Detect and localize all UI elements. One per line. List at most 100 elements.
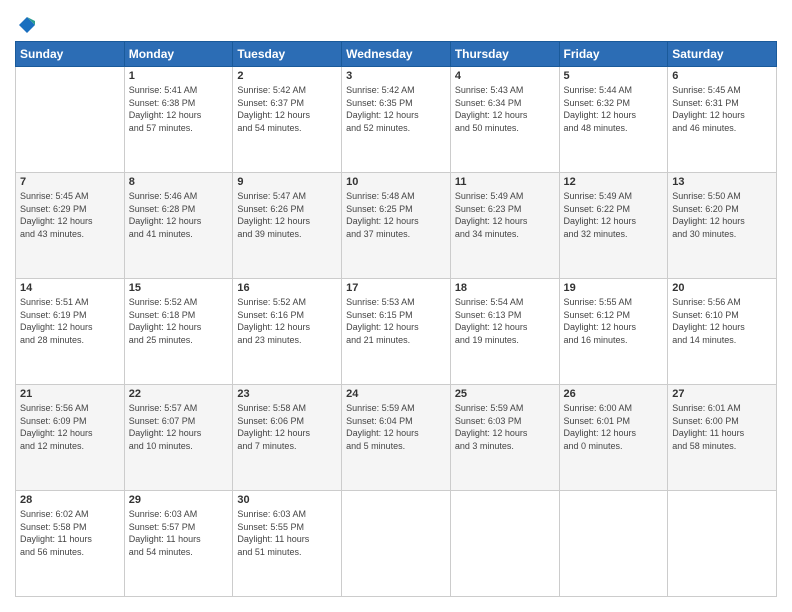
day-of-week-header: Monday bbox=[124, 42, 233, 67]
day-number: 22 bbox=[129, 388, 229, 400]
day-number: 20 bbox=[672, 282, 772, 294]
day-number: 12 bbox=[564, 176, 664, 188]
calendar-cell: 19 Sunrise: 5:55 AM Sunset: 6:12 PM Dayli… bbox=[559, 279, 668, 385]
day-info: Sunrise: 5:41 AM Sunset: 6:38 PM Dayligh… bbox=[129, 84, 229, 134]
day-number: 29 bbox=[129, 494, 229, 506]
day-info: Sunrise: 5:44 AM Sunset: 6:32 PM Dayligh… bbox=[564, 84, 664, 134]
day-number: 24 bbox=[346, 388, 446, 400]
day-number: 17 bbox=[346, 282, 446, 294]
day-info: Sunrise: 6:02 AM Sunset: 5:58 PM Dayligh… bbox=[20, 508, 120, 558]
calendar-cell bbox=[559, 491, 668, 597]
day-info: Sunrise: 5:53 AM Sunset: 6:15 PM Dayligh… bbox=[346, 296, 446, 346]
day-info: Sunrise: 5:59 AM Sunset: 6:04 PM Dayligh… bbox=[346, 402, 446, 452]
calendar-cell: 9 Sunrise: 5:47 AM Sunset: 6:26 PM Daylig… bbox=[233, 173, 342, 279]
day-of-week-header: Tuesday bbox=[233, 42, 342, 67]
day-number: 1 bbox=[129, 70, 229, 82]
day-info: Sunrise: 6:01 AM Sunset: 6:00 PM Dayligh… bbox=[672, 402, 772, 452]
day-number: 13 bbox=[672, 176, 772, 188]
day-info: Sunrise: 6:00 AM Sunset: 6:01 PM Dayligh… bbox=[564, 402, 664, 452]
calendar-cell: 29 Sunrise: 6:03 AM Sunset: 5:57 PM Dayli… bbox=[124, 491, 233, 597]
day-info: Sunrise: 5:58 AM Sunset: 6:06 PM Dayligh… bbox=[237, 402, 337, 452]
calendar-cell: 30 Sunrise: 6:03 AM Sunset: 5:55 PM Dayli… bbox=[233, 491, 342, 597]
calendar-cell: 7 Sunrise: 5:45 AM Sunset: 6:29 PM Daylig… bbox=[16, 173, 125, 279]
day-number: 14 bbox=[20, 282, 120, 294]
day-of-week-header: Thursday bbox=[450, 42, 559, 67]
day-number: 2 bbox=[237, 70, 337, 82]
day-info: Sunrise: 5:47 AM Sunset: 6:26 PM Dayligh… bbox=[237, 190, 337, 240]
day-info: Sunrise: 5:50 AM Sunset: 6:20 PM Dayligh… bbox=[672, 190, 772, 240]
calendar-cell bbox=[450, 491, 559, 597]
logo bbox=[15, 15, 37, 31]
day-number: 21 bbox=[20, 388, 120, 400]
calendar-cell: 27 Sunrise: 6:01 AM Sunset: 6:00 PM Dayli… bbox=[668, 385, 777, 491]
day-info: Sunrise: 5:56 AM Sunset: 6:10 PM Dayligh… bbox=[672, 296, 772, 346]
day-number: 7 bbox=[20, 176, 120, 188]
calendar-cell: 14 Sunrise: 5:51 AM Sunset: 6:19 PM Dayli… bbox=[16, 279, 125, 385]
logo-icon bbox=[17, 15, 37, 35]
calendar-cell: 1 Sunrise: 5:41 AM Sunset: 6:38 PM Daylig… bbox=[124, 67, 233, 173]
day-number: 25 bbox=[455, 388, 555, 400]
day-number: 5 bbox=[564, 70, 664, 82]
calendar-cell: 15Sunrise: 5:52 AM Sunset: 6:18 PM Dayli… bbox=[124, 279, 233, 385]
day-info: Sunrise: 5:56 AM Sunset: 6:09 PM Dayligh… bbox=[20, 402, 120, 452]
day-number: 10 bbox=[346, 176, 446, 188]
day-info: Sunrise: 5:49 AM Sunset: 6:22 PM Dayligh… bbox=[564, 190, 664, 240]
calendar-week-row: 14 Sunrise: 5:51 AM Sunset: 6:19 PM Dayli… bbox=[16, 279, 777, 385]
day-of-week-header: Friday bbox=[559, 42, 668, 67]
calendar-week-row: 1 Sunrise: 5:41 AM Sunset: 6:38 PM Daylig… bbox=[16, 67, 777, 173]
calendar-cell bbox=[342, 491, 451, 597]
day-number: 26 bbox=[564, 388, 664, 400]
day-info: Sunrise: 5:52 AM Sunset: 6:16 PM Dayligh… bbox=[237, 296, 337, 346]
calendar-cell: 24 Sunrise: 5:59 AM Sunset: 6:04 PM Dayli… bbox=[342, 385, 451, 491]
calendar-cell: 2 Sunrise: 5:42 AM Sunset: 6:37 PM Daylig… bbox=[233, 67, 342, 173]
day-info: Sunrise: 6:03 AM Sunset: 5:57 PM Dayligh… bbox=[129, 508, 229, 558]
calendar: SundayMondayTuesdayWednesdayThursdayFrid… bbox=[15, 41, 777, 597]
day-info: Sunrise: 5:45 AM Sunset: 6:29 PM Dayligh… bbox=[20, 190, 120, 240]
day-info: Sunrise: 5:55 AM Sunset: 6:12 PM Dayligh… bbox=[564, 296, 664, 346]
calendar-cell: 4Sunrise: 5:43 AM Sunset: 6:34 PM Daylig… bbox=[450, 67, 559, 173]
calendar-cell bbox=[16, 67, 125, 173]
calendar-cell: 18 Sunrise: 5:54 AM Sunset: 6:13 PM Dayli… bbox=[450, 279, 559, 385]
day-info: Sunrise: 5:45 AM Sunset: 6:31 PM Dayligh… bbox=[672, 84, 772, 134]
calendar-header-row: SundayMondayTuesdayWednesdayThursdayFrid… bbox=[16, 42, 777, 67]
day-number: 16 bbox=[237, 282, 337, 294]
day-number: 11 bbox=[455, 176, 555, 188]
day-of-week-header: Sunday bbox=[16, 42, 125, 67]
calendar-cell: 16 Sunrise: 5:52 AM Sunset: 6:16 PM Dayli… bbox=[233, 279, 342, 385]
calendar-cell: 21 Sunrise: 5:56 AM Sunset: 6:09 PM Dayli… bbox=[16, 385, 125, 491]
calendar-cell: 28 Sunrise: 6:02 AM Sunset: 5:58 PM Dayli… bbox=[16, 491, 125, 597]
day-of-week-header: Wednesday bbox=[342, 42, 451, 67]
calendar-cell: 26 Sunrise: 6:00 AM Sunset: 6:01 PM Dayli… bbox=[559, 385, 668, 491]
day-info: Sunrise: 5:51 AM Sunset: 6:19 PM Dayligh… bbox=[20, 296, 120, 346]
day-info: Sunrise: 5:48 AM Sunset: 6:25 PM Dayligh… bbox=[346, 190, 446, 240]
day-number: 28 bbox=[20, 494, 120, 506]
day-info: Sunrise: 5:42 AM Sunset: 6:35 PM Dayligh… bbox=[346, 84, 446, 134]
calendar-week-row: 28 Sunrise: 6:02 AM Sunset: 5:58 PM Dayli… bbox=[16, 491, 777, 597]
day-of-week-header: Saturday bbox=[668, 42, 777, 67]
day-info: Sunrise: 5:43 AM Sunset: 6:34 PM Dayligh… bbox=[455, 84, 555, 134]
day-number: 18 bbox=[455, 282, 555, 294]
calendar-cell: 8Sunrise: 5:46 AM Sunset: 6:28 PM Daylig… bbox=[124, 173, 233, 279]
day-number: 27 bbox=[672, 388, 772, 400]
day-info: Sunrise: 6:03 AM Sunset: 5:55 PM Dayligh… bbox=[237, 508, 337, 558]
calendar-cell: 11Sunrise: 5:49 AM Sunset: 6:23 PM Dayli… bbox=[450, 173, 559, 279]
calendar-week-row: 7 Sunrise: 5:45 AM Sunset: 6:29 PM Daylig… bbox=[16, 173, 777, 279]
calendar-week-row: 21 Sunrise: 5:56 AM Sunset: 6:09 PM Dayli… bbox=[16, 385, 777, 491]
day-number: 9 bbox=[237, 176, 337, 188]
header bbox=[15, 15, 777, 31]
day-number: 6 bbox=[672, 70, 772, 82]
calendar-cell: 13 Sunrise: 5:50 AM Sunset: 6:20 PM Dayli… bbox=[668, 173, 777, 279]
day-info: Sunrise: 5:54 AM Sunset: 6:13 PM Dayligh… bbox=[455, 296, 555, 346]
calendar-cell: 20 Sunrise: 5:56 AM Sunset: 6:10 PM Dayli… bbox=[668, 279, 777, 385]
calendar-cell: 25Sunrise: 5:59 AM Sunset: 6:03 PM Dayli… bbox=[450, 385, 559, 491]
day-number: 19 bbox=[564, 282, 664, 294]
calendar-cell: 10 Sunrise: 5:48 AM Sunset: 6:25 PM Dayli… bbox=[342, 173, 451, 279]
calendar-cell: 6 Sunrise: 5:45 AM Sunset: 6:31 PM Daylig… bbox=[668, 67, 777, 173]
day-info: Sunrise: 5:42 AM Sunset: 6:37 PM Dayligh… bbox=[237, 84, 337, 134]
day-number: 30 bbox=[237, 494, 337, 506]
calendar-cell bbox=[668, 491, 777, 597]
calendar-cell: 17 Sunrise: 5:53 AM Sunset: 6:15 PM Dayli… bbox=[342, 279, 451, 385]
page: SundayMondayTuesdayWednesdayThursdayFrid… bbox=[0, 0, 792, 612]
calendar-cell: 23Sunrise: 5:58 AM Sunset: 6:06 PM Dayli… bbox=[233, 385, 342, 491]
calendar-cell: 12 Sunrise: 5:49 AM Sunset: 6:22 PM Dayli… bbox=[559, 173, 668, 279]
